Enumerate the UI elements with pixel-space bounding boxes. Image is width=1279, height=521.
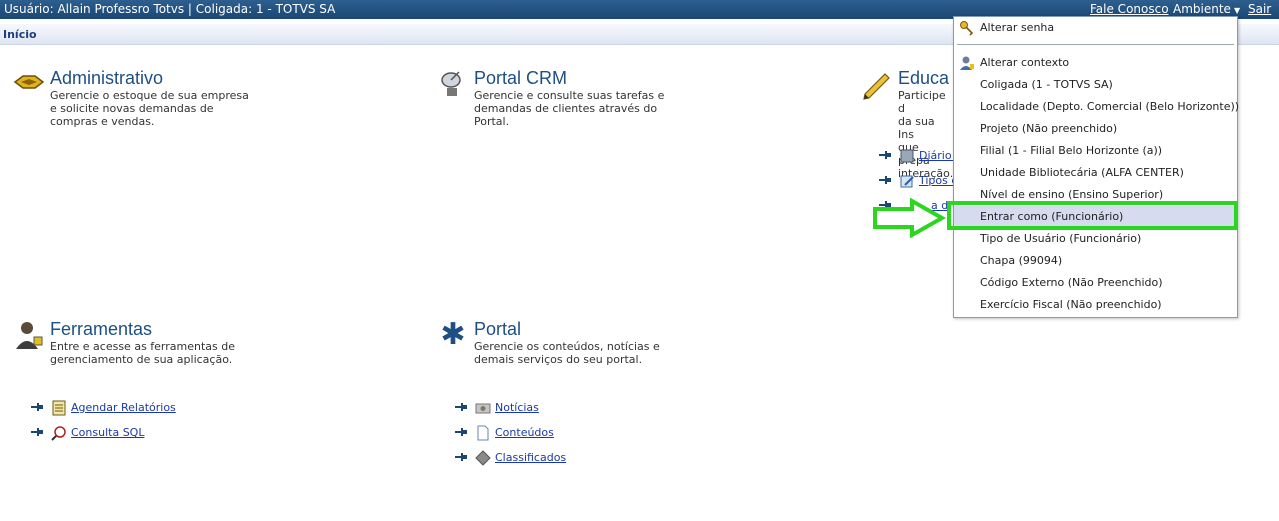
noticias-link[interactable]: Notícias bbox=[495, 401, 539, 414]
module-title[interactable]: Administrativo bbox=[50, 68, 163, 89]
menu-item-label: Código Externo (Não Preenchido) bbox=[980, 276, 1163, 289]
highlight-box bbox=[947, 201, 1238, 230]
arrow-right-icon bbox=[873, 198, 946, 238]
conteudos-link[interactable]: Conteúdos bbox=[495, 426, 554, 439]
description-line: Entre e acesse as ferramentas de bbox=[50, 340, 236, 353]
description-line: Participe d bbox=[898, 89, 946, 115]
description-line: demais serviços do seu portal. bbox=[474, 353, 643, 366]
pencil-icon bbox=[863, 73, 890, 100]
menu-item-alterar-contexto[interactable]: Alterar contexto bbox=[954, 52, 1237, 74]
menu-item-chapa[interactable]: Chapa (99094) bbox=[954, 250, 1237, 272]
list-item: Agendar Relatórios bbox=[31, 400, 231, 416]
menu-item-label: Chapa (99094) bbox=[980, 254, 1063, 267]
list-item: Conteúdos bbox=[455, 425, 655, 441]
menu-item-projeto[interactable]: Projeto (Não preenchido) bbox=[954, 118, 1237, 140]
module-description: Gerencie o estoque de sua empresa e soli… bbox=[50, 89, 249, 128]
description-line: da sua Ins bbox=[898, 115, 935, 141]
breadcrumb[interactable]: Início bbox=[3, 28, 37, 41]
pin-icon bbox=[879, 150, 893, 160]
menu-item-label: Projeto (Não preenchido) bbox=[980, 122, 1118, 135]
pin-icon bbox=[879, 175, 893, 185]
pin-icon bbox=[31, 402, 45, 412]
portal-links: Notícias Conteúdos Classificados bbox=[455, 400, 655, 470]
environment-dropdown: Alterar senha Alterar contexto Coligada … bbox=[953, 16, 1240, 318]
sql-magnifier-icon bbox=[51, 426, 66, 441]
agendar-relatorios-link[interactable]: Agendar Relatórios bbox=[71, 401, 176, 414]
ferramentas-links: Agendar Relatórios Consulta SQL bbox=[31, 400, 231, 445]
module-title[interactable]: Educa bbox=[898, 68, 949, 89]
environment-menu-label: Ambiente bbox=[1173, 2, 1231, 16]
menu-item-filial[interactable]: Filial (1 - Filial Belo Horizonte (a)) bbox=[954, 140, 1237, 162]
asterisk-icon: ✱ bbox=[440, 317, 466, 352]
menu-item-localidade[interactable]: Localidade (Depto. Comercial (Belo Horiz… bbox=[954, 96, 1240, 118]
pin-icon bbox=[455, 452, 469, 462]
menu-divider bbox=[957, 44, 1234, 45]
menu-item-unidade-bibliotecaria[interactable]: Unidade Bibliotecária (ALFA CENTER) bbox=[954, 162, 1237, 184]
menu-item-tipo-usuario[interactable]: Tipo de Usuário (Funcionário) bbox=[954, 228, 1237, 250]
content-page-icon bbox=[477, 425, 489, 441]
tag-icon bbox=[475, 450, 491, 466]
module-title[interactable]: Ferramentas bbox=[50, 319, 152, 340]
list-item: Consulta SQL bbox=[31, 425, 231, 441]
handshake-icon bbox=[13, 75, 45, 89]
module-title[interactable]: Portal CRM bbox=[474, 68, 567, 89]
user-context-icon bbox=[960, 56, 974, 70]
news-icon bbox=[475, 403, 491, 414]
description-line: Gerencie os conteúdos, notícias e bbox=[474, 340, 660, 353]
menu-item-label: Alterar senha bbox=[980, 21, 1055, 34]
menu-item-label: Exercício Fiscal (Não preenchido) bbox=[980, 298, 1162, 311]
module-educacional: Educa Participe d da sua Ins que prepa i… bbox=[861, 68, 953, 180]
consulta-sql-link[interactable]: Consulta SQL bbox=[71, 426, 144, 439]
pin-icon bbox=[455, 402, 469, 412]
description-line: Gerencie o estoque de sua empresa bbox=[50, 89, 249, 102]
pin-icon bbox=[31, 427, 45, 437]
satellite-dish-icon bbox=[441, 71, 461, 96]
description-line: Gerencie e consulte suas tarefas e bbox=[474, 89, 665, 102]
document-edit-icon bbox=[900, 175, 914, 188]
logout-link[interactable]: Sair bbox=[1248, 0, 1271, 19]
keys-icon bbox=[960, 21, 974, 36]
module-title[interactable]: Portal bbox=[474, 319, 521, 340]
menu-item-label: Localidade (Depto. Comercial (Belo Horiz… bbox=[980, 100, 1240, 113]
description-line: e solicite novas demandas de bbox=[50, 102, 214, 115]
menu-item-alterar-senha[interactable]: Alterar senha bbox=[954, 17, 1237, 39]
diary-icon bbox=[900, 149, 914, 163]
menu-item-codigo-externo[interactable]: Código Externo (Não Preenchido) bbox=[954, 272, 1237, 294]
menu-item-coligada[interactable]: Coligada (1 - TOTVS SA) bbox=[954, 74, 1237, 96]
list-item: Notícias bbox=[455, 400, 655, 416]
module-portal-crm: Portal CRM Gerencie e consulte suas tare… bbox=[437, 68, 757, 138]
description-line: Portal. bbox=[474, 115, 510, 128]
pin-icon bbox=[455, 427, 469, 437]
module-ferramentas: Ferramentas Entre e acesse as ferramenta… bbox=[13, 319, 313, 379]
module-administrativo: Administrativo Gerencie o estoque de sua… bbox=[13, 68, 313, 138]
description-line: gerenciamento de sua aplicação. bbox=[50, 353, 233, 366]
user-tools-icon bbox=[16, 322, 43, 349]
menu-item-label: Alterar contexto bbox=[980, 56, 1070, 69]
menu-item-label: Tipo de Usuário (Funcionário) bbox=[980, 232, 1142, 245]
module-description: Entre e acesse as ferramentas de gerenci… bbox=[50, 340, 235, 366]
list-item: Classificados bbox=[455, 450, 655, 466]
module-description: Gerencie e consulte suas tarefas e deman… bbox=[474, 89, 664, 128]
menu-item-label: Coligada (1 - TOTVS SA) bbox=[980, 78, 1113, 91]
classificados-link[interactable]: Classificados bbox=[495, 451, 566, 464]
module-description: Gerencie os conteúdos, notícias e demais… bbox=[474, 340, 660, 366]
report-schedule-icon bbox=[52, 400, 66, 416]
caret-down-icon: ▼ bbox=[1233, 6, 1241, 15]
module-portal: ✱ Portal Gerencie os conteúdos, notícias… bbox=[437, 319, 757, 379]
menu-item-label: Unidade Bibliotecária (ALFA CENTER) bbox=[980, 166, 1184, 179]
menu-item-exercicio-fiscal[interactable]: Exercício Fiscal (Não preenchido) bbox=[954, 294, 1237, 316]
user-info: Usuário: Allain Professro Totvs | Coliga… bbox=[4, 2, 336, 16]
description-line: demandas de clientes através do bbox=[474, 102, 658, 115]
menu-item-label: Filial (1 - Filial Belo Horizonte (a)) bbox=[980, 144, 1163, 157]
description-line: compras e vendas. bbox=[50, 115, 155, 128]
